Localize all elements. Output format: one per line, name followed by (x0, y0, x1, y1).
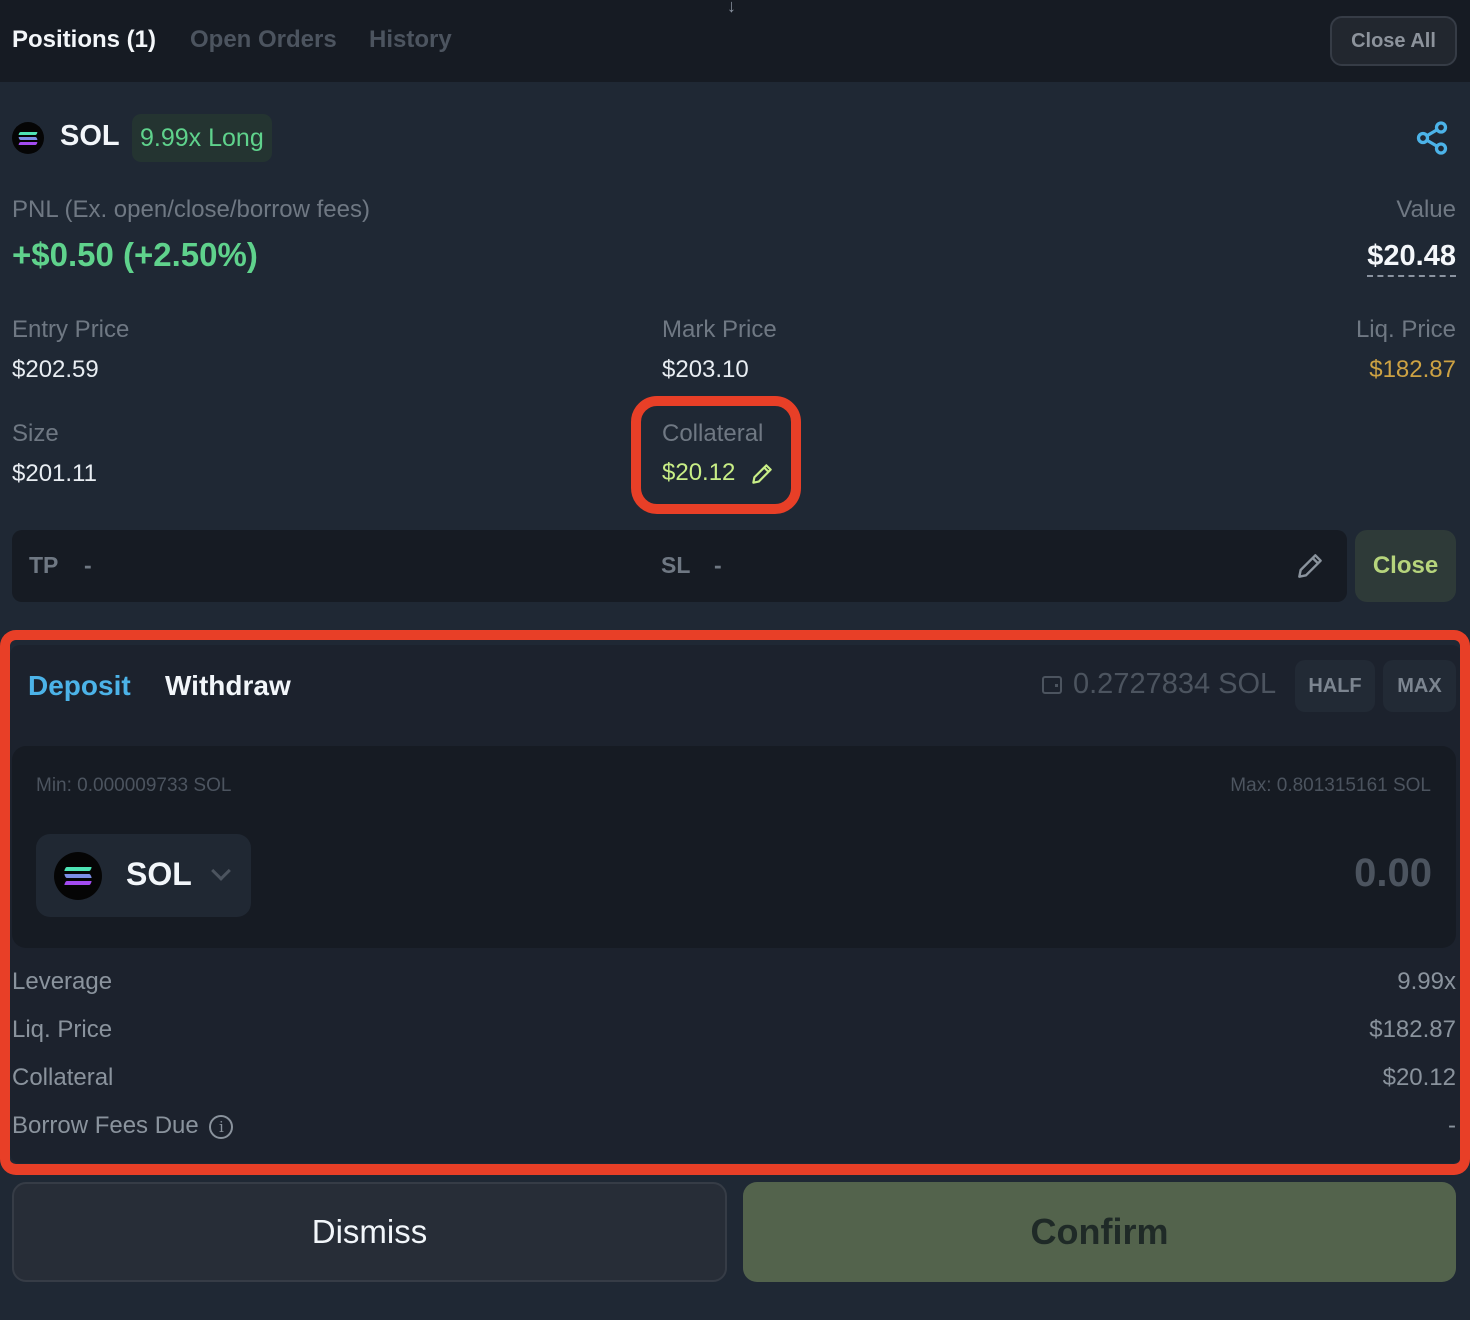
chevron-down-icon (211, 861, 231, 881)
size-label: Size (12, 420, 59, 447)
collateral-label: Collateral (662, 420, 764, 447)
min-amount: Min: 0.000009733 SOL (36, 775, 232, 796)
entry-price-value: $202.59 (12, 356, 99, 383)
summary-borrow-fees-value: - (1448, 1112, 1456, 1139)
pnl-value: +$0.50 (+2.50%) (12, 236, 258, 273)
wallet-balance: 0.2727834 SOL (1073, 668, 1277, 700)
summary-borrow-fees-label: Borrow Fees Due (12, 1112, 199, 1139)
tp-value: - (84, 552, 92, 578)
selected-token: SOL (126, 856, 192, 892)
collateral-highlight (631, 396, 801, 514)
summary-borrow-fees-row: Borrow Fees Due i (12, 1112, 234, 1140)
max-amount: Max: 0.801315161 SOL (1230, 775, 1431, 796)
position-symbol: SOL (60, 120, 120, 152)
summary-collateral-label: Collateral (12, 1064, 114, 1091)
info-icon[interactable]: i (209, 1114, 234, 1139)
pnl-label: PNL (Ex. open/close/borrow fees) (12, 196, 370, 223)
amount-input[interactable] (1132, 851, 1432, 896)
size-value: $201.11 (12, 460, 97, 487)
tab-deposit[interactable]: Deposit (28, 670, 131, 702)
summary-leverage-value: 9.99x (1397, 968, 1456, 995)
edit-tp-sl-pencil-icon[interactable] (1294, 550, 1326, 582)
mark-price-value: $203.10 (662, 356, 749, 383)
dismiss-button[interactable]: Dismiss (12, 1182, 727, 1282)
arrow-down-icon: ↓ (727, 0, 736, 16)
tp-label: TP (29, 552, 59, 578)
token-selector[interactable]: SOL (36, 834, 251, 917)
wallet-icon (1042, 676, 1062, 694)
close-position-button[interactable]: Close (1355, 530, 1456, 602)
tab-positions[interactable]: Positions (1) (12, 26, 156, 54)
tp-sl-bar[interactable]: TP - SL - (12, 530, 1347, 602)
share-icon[interactable] (1414, 120, 1450, 156)
liq-price-label: Liq. Price (1355, 316, 1456, 343)
value-label: Value (1396, 196, 1456, 223)
close-all-button[interactable]: Close All (1330, 16, 1457, 66)
edit-collateral-pencil-icon[interactable] (749, 461, 775, 487)
max-button[interactable]: MAX (1383, 660, 1456, 712)
entry-price-label: Entry Price (12, 316, 130, 343)
sl-value: - (714, 552, 722, 578)
summary-collateral-value: $20.12 (1382, 1064, 1456, 1091)
tab-open-orders[interactable]: Open Orders (190, 26, 337, 54)
sol-token-icon (54, 852, 102, 900)
positions-header: ↓ Positions (1) Open Orders History Clos… (0, 0, 1470, 82)
leverage-side-badge: 9.99x Long (132, 114, 272, 162)
half-button[interactable]: HALF (1295, 660, 1375, 712)
sl-label: SL (661, 552, 691, 578)
position-value[interactable]: $20.48 (1367, 240, 1456, 277)
liq-price-value: $182.87 (1369, 356, 1456, 383)
tab-history[interactable]: History (369, 26, 452, 54)
tab-withdraw[interactable]: Withdraw (165, 670, 291, 702)
summary-liq-price-label: Liq. Price (12, 1016, 113, 1043)
confirm-button[interactable]: Confirm (743, 1182, 1456, 1282)
mark-price-label: Mark Price (662, 316, 777, 343)
summary-liq-price-value: $182.87 (1369, 1016, 1456, 1043)
sol-token-icon (12, 122, 44, 154)
collateral-value: $20.12 (662, 459, 736, 486)
summary-leverage-label: Leverage (12, 968, 113, 995)
